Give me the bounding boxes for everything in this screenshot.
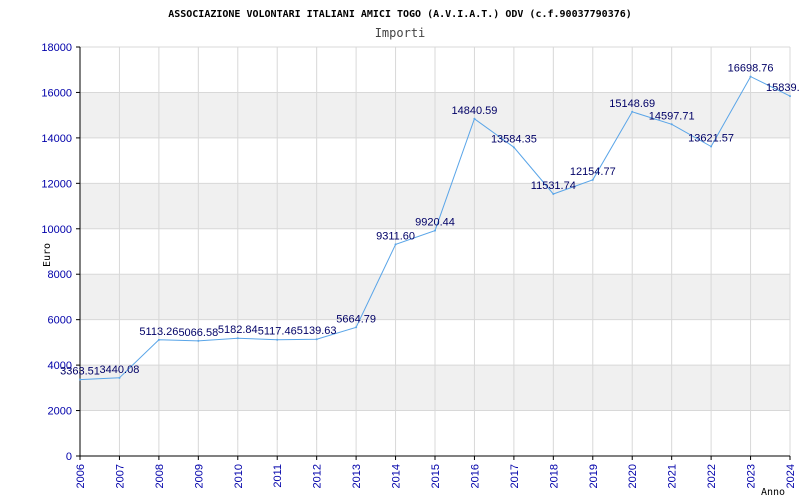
data-label: 5664.79 xyxy=(336,313,376,325)
x-tick-label: 2021 xyxy=(667,464,679,488)
y-tick-label: 8000 xyxy=(48,269,72,281)
x-tick-label: 2011 xyxy=(272,464,284,488)
data-point xyxy=(236,337,239,340)
x-tick-label: 2023 xyxy=(746,464,758,488)
data-label: 13621.57 xyxy=(688,132,734,144)
x-tick-label: 2017 xyxy=(509,464,521,488)
y-tick-label: 10000 xyxy=(41,224,72,236)
y-tick-label: 18000 xyxy=(41,42,72,54)
x-tick-label: 2018 xyxy=(548,464,560,488)
x-tick-label: 2019 xyxy=(588,464,600,488)
data-point xyxy=(710,145,713,148)
data-label: 16698.76 xyxy=(728,63,774,75)
data-label: 5182.84 xyxy=(218,324,258,336)
data-point xyxy=(552,192,555,195)
data-label: 14597.71 xyxy=(649,110,695,122)
data-label: 11531.74 xyxy=(531,180,576,192)
data-point xyxy=(473,117,476,120)
x-tick-label: 2016 xyxy=(469,464,481,488)
data-label: 3363.51 xyxy=(60,366,100,378)
data-point xyxy=(591,178,594,181)
data-point xyxy=(789,95,791,98)
x-tick-labels: 2006 2007 2008 2009 2010 2011 2012 2013 2014 2015… xyxy=(75,464,797,488)
data-label: 5139.63 xyxy=(297,325,337,337)
chart-subtitle: Importi xyxy=(375,26,426,40)
data-label: 5066.58 xyxy=(178,327,218,339)
x-tick-label: 2014 xyxy=(391,464,403,488)
x-tick-label: 2020 xyxy=(627,464,639,488)
y-tick-label: 16000 xyxy=(41,87,72,99)
data-point xyxy=(355,326,358,329)
x-tick-label: 2015 xyxy=(430,464,442,488)
data-point xyxy=(434,229,436,232)
x-tick-label: 2022 xyxy=(706,464,718,488)
x-tick-label: 2013 xyxy=(351,464,363,488)
data-point xyxy=(315,338,318,341)
data-point xyxy=(394,243,397,246)
data-label: 9920.44 xyxy=(415,217,455,229)
x-tick-label: 2024 xyxy=(785,464,797,488)
data-point xyxy=(197,339,200,342)
data-point xyxy=(749,75,752,78)
x-tick-label: 2012 xyxy=(312,464,324,488)
x-tick-label: 2008 xyxy=(154,464,166,488)
data-point xyxy=(631,110,634,113)
data-label: 12154.77 xyxy=(570,166,616,178)
line-chart: ASSOCIAZIONE VOLONTARI ITALIANI AMICI TO… xyxy=(41,9,800,498)
y-tick-label: 0 xyxy=(66,451,72,463)
data-label: 5117.46 xyxy=(258,326,297,338)
x-tick-label: 2006 xyxy=(75,464,87,488)
data-label: 13584.35 xyxy=(491,133,537,145)
y-tick-label: 14000 xyxy=(41,133,72,145)
x-tick-label: 2007 xyxy=(114,464,126,488)
y-tick-label: 2000 xyxy=(48,406,72,418)
data-point xyxy=(512,146,515,149)
data-label: 5113.26 xyxy=(139,326,178,338)
data-point xyxy=(79,378,81,381)
data-label: 3440.08 xyxy=(100,364,140,376)
x-tick-label: 2009 xyxy=(193,464,205,488)
x-axis-label: Anno xyxy=(761,487,785,498)
data-point xyxy=(670,123,673,126)
data-label: 15839.2 xyxy=(766,82,800,94)
data-label: 14840.59 xyxy=(451,105,497,117)
data-label: 15148.69 xyxy=(609,98,655,110)
data-point xyxy=(157,338,160,341)
data-point xyxy=(276,338,279,341)
x-tick-label: 2010 xyxy=(233,464,245,488)
data-point xyxy=(118,376,121,379)
y-tick-label: 6000 xyxy=(48,315,72,327)
y-tick-label: 12000 xyxy=(41,178,72,190)
chart-title: ASSOCIAZIONE VOLONTARI ITALIANI AMICI TO… xyxy=(168,9,632,20)
y-axis-label: Euro xyxy=(42,243,53,267)
data-label: 9311.60 xyxy=(376,230,415,242)
